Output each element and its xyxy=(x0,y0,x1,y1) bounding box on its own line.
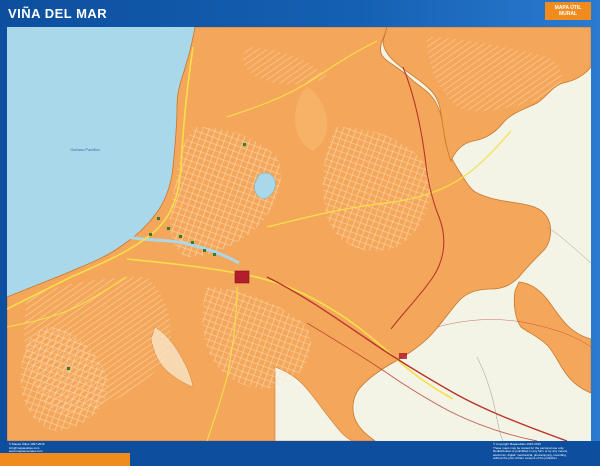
brand-badge-line2: MURAL xyxy=(558,11,578,17)
map-title: VIÑA DEL MAR xyxy=(8,6,108,21)
footer-left-line[interactable]: www.mapasmurales.com xyxy=(9,450,45,454)
map-canvas[interactable]: Océano Pacífico xyxy=(7,27,591,441)
map-frame: VIÑA DEL MAR MAPA ÚTIL MURAL Océano Pací… xyxy=(0,0,600,466)
footer-accent xyxy=(0,453,130,466)
sea-label: Océano Pacífico xyxy=(70,147,100,152)
footer-copyright-right: © Copyright Mapasutiles 1997-2016 These … xyxy=(493,442,588,461)
street-map xyxy=(7,27,591,441)
footer-right-line: without the prior written consent of the… xyxy=(493,456,558,461)
footer-credits-left: © Mapas Útiles 1997-2016 info@mapasutile… xyxy=(9,442,45,454)
landmark-block xyxy=(234,270,250,284)
urban-area-east xyxy=(513,281,591,394)
brand-badge[interactable]: MAPA ÚTIL MURAL xyxy=(545,2,591,20)
